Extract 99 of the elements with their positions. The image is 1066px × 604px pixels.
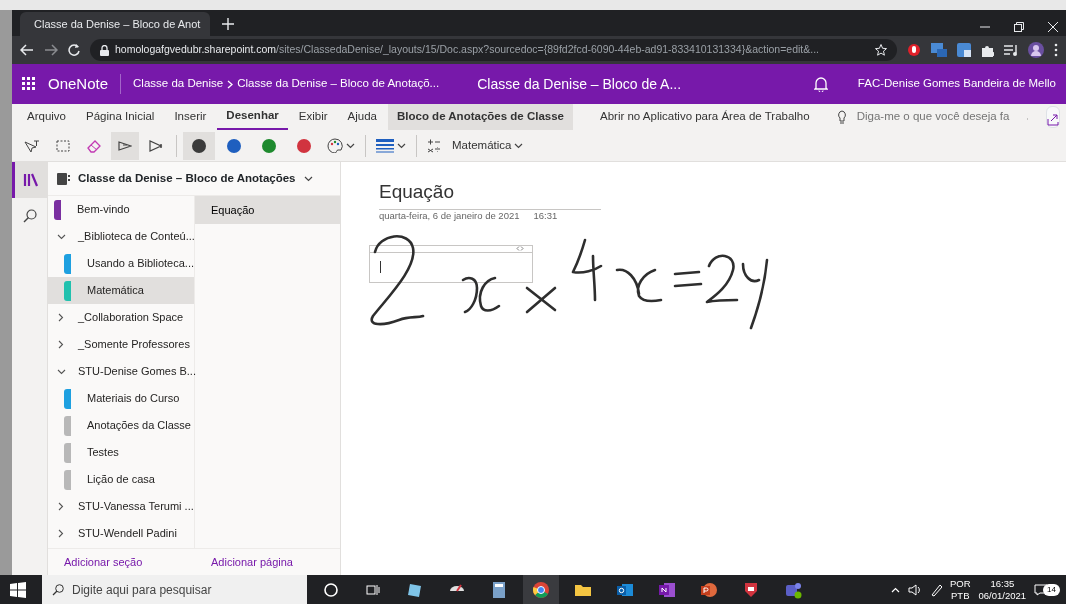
app-name[interactable]: OneNote (48, 72, 109, 96)
section-item[interactable]: Usando a Biblioteca... (48, 250, 194, 277)
tab-title: Classe da Denise – Bloco de Anot (34, 16, 201, 32)
page-date: quarta-feira, 6 de janeiro de 2021 (379, 209, 520, 223)
back-icon[interactable] (20, 44, 34, 56)
search-icon (22, 209, 37, 223)
extension-icon[interactable] (907, 43, 921, 57)
slides-app-icon[interactable] (700, 580, 718, 599)
notebook-name[interactable]: Classe da Denise – Bloco de Anotações (78, 169, 296, 188)
calculator-icon[interactable] (490, 580, 508, 599)
share-icon (1047, 113, 1059, 126)
tell-me-field[interactable]: Diga-me o que você deseja fa (836, 107, 1025, 127)
clock-time[interactable]: 16:35 (990, 578, 1015, 590)
lasso-select-icon (56, 139, 70, 152)
line-thickness-icon (376, 138, 394, 153)
speaker-icon[interactable] (907, 583, 922, 596)
notes-app-icon[interactable] (658, 580, 676, 599)
notebook-title: Classe da Denise – Bloco de A... (477, 74, 682, 94)
shield-icon[interactable] (742, 580, 760, 599)
resize-handle-icon[interactable] (516, 246, 524, 251)
notification-icon[interactable] (1034, 583, 1049, 596)
language-indicator[interactable]: POR (949, 578, 971, 590)
note-container[interactable] (369, 245, 533, 283)
section-group-item[interactable]: STU-Denise Gomes B... (48, 358, 194, 385)
lock-icon (100, 44, 109, 56)
clock-date[interactable]: 06/01/2021 (978, 589, 1027, 601)
caret-icon (346, 142, 355, 149)
ribbon-tab[interactable]: Exibir (289, 104, 337, 130)
add-section-link[interactable]: Adicionar seção (48, 549, 195, 575)
section-group-item[interactable]: STU-Wendell Padini (48, 520, 194, 547)
pen-icon[interactable] (929, 582, 942, 597)
browser-icon[interactable] (532, 580, 550, 599)
notification-bell-icon[interactable] (813, 76, 828, 92)
close-icon[interactable] (1048, 22, 1058, 32)
notebook-icon (56, 171, 70, 186)
section-item[interactable]: Matemática (48, 277, 194, 304)
restore-icon[interactable] (1014, 22, 1024, 32)
lightbulb-icon (836, 110, 847, 124)
media-icon[interactable] (1004, 44, 1018, 56)
pen-color-button[interactable] (183, 131, 215, 160)
section-group-item[interactable]: STU-Vanessa Terumi ... (48, 493, 194, 520)
puzzle-icon[interactable] (981, 43, 994, 57)
forward-icon[interactable] (44, 44, 58, 56)
page-title[interactable]: Equação (379, 178, 601, 210)
windows-start-icon[interactable] (9, 580, 27, 599)
math-button[interactable]: Matemática (423, 131, 528, 160)
browser-tab[interactable]: Classe da Denise – Bloco de Anot (20, 12, 210, 36)
chevron-right-icon (227, 79, 234, 89)
page-item[interactable]: Equação (195, 196, 340, 224)
url-host: homologafgvedubr.sharepoint.com (115, 43, 277, 56)
text-cursor-icon (380, 261, 382, 273)
pen-icon (118, 138, 132, 153)
ribbon-tab[interactable]: Página Inicial (77, 104, 164, 130)
section-group-item[interactable]: _Biblioteca de Conteú... (48, 223, 194, 250)
ribbon-tab[interactable]: Bloco de Anotações de Classe (387, 104, 573, 130)
math-icon (427, 138, 441, 153)
section-group-item[interactable]: _Collaboration Space (48, 304, 194, 331)
open-desktop-app-link[interactable]: Abrir no Aplicativo para Área de Trabalho (591, 104, 819, 130)
notebooks-button[interactable] (12, 162, 47, 198)
highlighter-icon (149, 138, 163, 153)
ribbon-tab[interactable]: Inserir (165, 104, 216, 130)
chat-app-icon[interactable] (784, 580, 802, 599)
text-select-icon (24, 138, 40, 153)
ribbon-tab[interactable]: Ajuda (338, 104, 386, 130)
share-button[interactable] (1046, 106, 1060, 128)
caret-icon (514, 142, 524, 149)
notification-count: 14 (1043, 583, 1060, 596)
address-bar[interactable]: homologafgvedubr.sharepoint.com/sites/ClassedaDenise/_layouts/15/Doc.aspx?sourcedoc={89fd2fcd-6090-44eb-ad91-833410131334}&action=edit&... (90, 39, 897, 61)
more-icon[interactable] (1054, 43, 1058, 57)
star-icon[interactable] (875, 44, 887, 56)
section-item[interactable]: Materiais do Curso (48, 385, 194, 412)
page-time: 16:31 (533, 209, 558, 223)
section-item[interactable]: Lição de casa (48, 466, 194, 493)
app-launcher-icon[interactable] (22, 77, 36, 91)
user-name[interactable]: FAC-Denise Gomes Bandeira de Mello (857, 75, 1056, 93)
taskbar-search-field[interactable]: Digite aqui para pesquisar (42, 575, 307, 604)
pen-button[interactable] (111, 131, 139, 160)
caret-icon (397, 142, 406, 149)
new-tab-icon[interactable] (222, 18, 234, 30)
notebooks-icon (23, 173, 39, 187)
eraser-icon (87, 138, 101, 153)
section-group-item[interactable]: _Somente Professores (48, 331, 194, 358)
section-item[interactable]: Anotações da Classe (48, 412, 194, 439)
add-page-link[interactable]: Adicionar página (195, 549, 309, 575)
ribbon-tab[interactable]: Arquivo (18, 104, 75, 130)
circle-icon[interactable] (322, 580, 340, 599)
url-path: /sites/ClassedaDenise/_layouts/15/Doc.aspx?sourcedoc={89fd2fcd-6090-44eb-ad91-833410131334}&action=edit&... (276, 43, 819, 56)
breadcrumb-link[interactable]: Classe da Denise (133, 75, 224, 93)
avatar-icon[interactable] (1028, 42, 1044, 58)
translate-icon[interactable] (957, 43, 971, 57)
section-item[interactable]: Bem-vindo (48, 196, 194, 223)
palette-icon (327, 138, 343, 153)
breadcrumb-link[interactable]: Classe da Denise – Bloco de Anotaçõ... (237, 75, 440, 93)
search-icon (52, 583, 64, 596)
section-item[interactable]: Testes (48, 439, 194, 466)
reload-icon[interactable] (68, 44, 80, 56)
chevron-down-icon[interactable] (303, 175, 313, 182)
chevron-up-icon[interactable] (890, 586, 900, 593)
keyboard-layout-indicator[interactable]: PTB (951, 589, 970, 601)
